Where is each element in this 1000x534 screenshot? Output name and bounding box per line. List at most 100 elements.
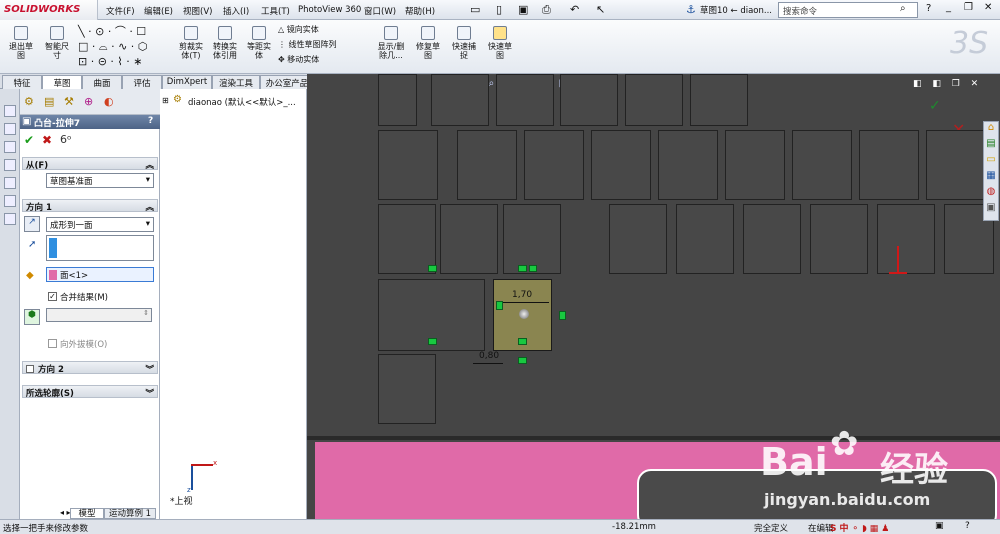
menu-insert[interactable]: 插入(I) [223,5,249,17]
view-palette-icon[interactable]: ▦ [984,170,998,186]
ok-icon[interactable]: ✔ [24,133,34,147]
rebuild-icon[interactable]: ▣ [935,521,944,531]
smart-dimension-button[interactable]: 智能尺 寸 [40,26,74,60]
menu-tools[interactable]: 工具(T) [261,5,290,17]
relation-marker-icon[interactable] [559,311,566,320]
resources-icon[interactable]: ▤ [984,138,998,154]
restore-icon[interactable]: ❐ [964,2,973,13]
direction2-section-header[interactable]: 方向 2 ︾ [22,361,158,375]
exit-sketch-button[interactable]: 退出草 图 [4,26,38,60]
menu-file[interactable]: 文件(F) [106,5,135,17]
menu-edit[interactable]: 编辑(E) [144,5,173,17]
convert-entities-button[interactable]: 转换实 体引用 [209,26,241,60]
draft-outward-checkbox[interactable] [48,339,57,348]
cancel-icon[interactable]: ✖ [42,133,52,147]
keycap [378,74,417,126]
status-definition: 完全定义 [754,524,789,534]
config-manager-tab-icon[interactable]: ⚒ [64,95,74,108]
tab-sketch[interactable]: 草图 [42,75,82,89]
folder-icon[interactable]: ▭ [984,154,998,170]
trim-entities-button[interactable]: 剪裁实 体(T) [176,26,206,60]
relation-marker-icon[interactable] [518,265,527,272]
curve-icon[interactable] [4,159,16,171]
print-icon[interactable]: ⎙ [542,3,551,17]
sketch-tool-icon[interactable] [4,123,16,135]
dimension-width[interactable]: 1,70 [512,290,532,300]
merge-checkbox[interactable]: ✓ [48,292,57,301]
reverse-direction-icon[interactable]: ↗ [24,216,40,232]
face-selection-field[interactable]: 面<1> [46,267,154,282]
tab-office-products[interactable]: 办公室产品 [260,75,314,89]
open-icon[interactable]: ▯ [496,3,502,16]
undo-icon[interactable]: ↶ [570,3,579,16]
sketch-icon: ⚓ [686,3,696,16]
draft-angle-field[interactable]: ⇕ [46,308,152,322]
new-doc-icon[interactable]: ▭ [470,3,480,16]
menu-photoview[interactable]: PhotoView 360 [298,5,361,15]
sketch-entities-group[interactable]: ╲ · ⊙ · ⌒ · ☐ □ · ⌓ · ∿ · ⬡ ⊡ · ⊝ · ⌇ · ∗ [78,24,170,70]
minimize-icon[interactable]: _ [946,2,951,13]
tab-dimxpert[interactable]: DimXpert [162,75,212,89]
tree-root-item[interactable]: diaonao (默认<<默认>_... [188,96,296,108]
select-icon[interactable]: ↖ [596,3,605,16]
close-icon[interactable]: ✕ [984,2,992,13]
menu-help[interactable]: 帮助(H) [405,5,435,17]
menu-window[interactable]: 窗口(W) [364,5,396,17]
help-icon[interactable]: ? [926,3,931,14]
keycap [743,204,801,274]
relation-marker-icon[interactable] [518,338,527,345]
display-delete-relations-button[interactable]: 显示/删 除几... [374,26,408,60]
end-condition-select[interactable]: 成形到一面 ▾ [46,217,154,232]
from-select[interactable]: 草图基准面 ▾ [46,173,154,188]
save-icon[interactable]: ▣ [518,3,528,16]
linear-pattern-button[interactable]: ⋮ 线性草图阵列 [278,40,337,49]
surface-icon[interactable] [4,177,16,189]
confirm-corner-ok-icon[interactable]: ✓ [929,98,941,114]
appearance-icon[interactable]: ◍ [984,186,998,202]
detail-preview-icon[interactable]: 6ᵒ [60,133,72,146]
direction1-section-header[interactable]: 方向 1 ︽ [22,199,158,213]
quick-snaps-button[interactable]: 快速捕 捉 [448,26,480,60]
rapid-sketch-button[interactable]: 快速草 图 [484,26,516,60]
relation-marker-icon[interactable] [496,301,503,310]
tab-motion-study[interactable]: 运动算例 1 [104,508,156,519]
offset-entities-button[interactable]: 等距实 体 [243,26,275,60]
reference-icon[interactable] [4,141,16,153]
relation-marker-icon[interactable] [428,265,437,272]
ime-toolbar-icons[interactable]: S中⚬◗▦♟ [830,521,892,534]
search-input[interactable]: 搜索命令 [778,2,918,18]
help-status-icon[interactable]: ? [965,521,970,531]
property-manager: ⚙ ▤ ⚒ ⊕ ◐ 凸台-拉伸7 ▣ ? ✔ ✖ 6ᵒ 从(F) ︽ 草图基准面 ▾… [20,89,160,519]
relation-marker-icon[interactable] [518,357,527,364]
sheetmetal-icon[interactable] [4,195,16,207]
menu-view[interactable]: 视图(V) [183,5,212,17]
search-icon[interactable]: ⌕ [900,3,906,14]
display-manager-tab-icon[interactable]: ◐ [104,95,114,108]
custom-props-icon[interactable]: ▣ [984,202,998,218]
keycap [877,204,935,274]
relation-marker-icon[interactable] [428,338,437,345]
direction-vector-field[interactable] [46,235,154,261]
viewport-window-controls[interactable]: ◧ ◧ ❐ ✕ [913,79,982,89]
weldment-icon[interactable] [4,213,16,225]
tab-model[interactable]: 模型 [70,508,104,519]
selected-contours-section-header[interactable]: 所选轮廓(S) ︾ [22,385,158,399]
from-section-header[interactable]: 从(F) ︽ [22,157,158,171]
feature-icon[interactable] [4,105,16,117]
mirror-button[interactable]: △ 镜向实体 [278,25,319,34]
relation-marker-icon[interactable] [529,265,537,272]
repair-sketch-button[interactable]: 修复草 图 [412,26,444,60]
tab-evaluate[interactable]: 评估 [122,75,162,89]
pm-help-icon[interactable]: ? [148,116,153,126]
tab-render-tools[interactable]: 渲染工具 [212,75,260,89]
dimxpert-tab-icon[interactable]: ⊕ [84,95,93,108]
tab-surfaces[interactable]: 曲面 [82,75,122,89]
property-manager-tab-icon[interactable]: ▤ [44,95,54,108]
home-icon[interactable]: ⌂ [984,122,998,138]
tab-features[interactable]: 特征 [2,75,42,89]
feature-manager-tab-icon[interactable]: ⚙ [24,95,34,108]
move-entities-button[interactable]: ✥ 移动实体 [278,55,319,64]
draft-toggle-icon[interactable]: ⬢ [24,309,40,325]
dimension-gap[interactable]: 0,80 [479,351,499,361]
expand-icon[interactable]: ⊞ [162,96,169,105]
